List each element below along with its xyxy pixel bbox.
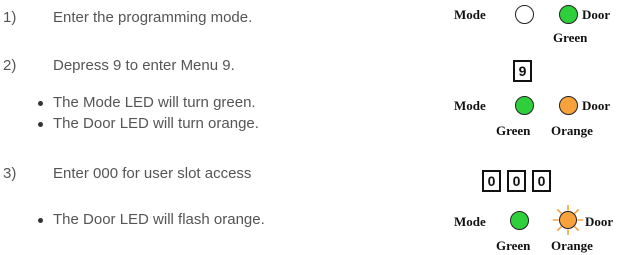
door-label: Door [585, 214, 614, 229]
step-3-text: Enter 000 for user slot access [53, 165, 252, 182]
key-0: 0 [482, 170, 501, 192]
mode-led-off [515, 5, 534, 24]
step-2-number: 2) [3, 57, 17, 74]
door-color-orange: Orange [551, 238, 593, 253]
bullet-door-led-flash: The Door LED will flash orange. [53, 211, 265, 228]
mode-color-green: Green [496, 238, 531, 253]
mode-led-green [510, 211, 529, 230]
bullet-dot [38, 122, 43, 127]
mode-color-green: Green [496, 123, 531, 138]
mode-label: Mode [454, 214, 486, 229]
bullet-dot [38, 101, 43, 106]
door-label: Door [582, 7, 611, 22]
step-3-number: 3) [3, 165, 17, 182]
mode-label: Mode [454, 7, 486, 22]
mode-led-green [515, 96, 534, 115]
step-1-number: 1) [3, 9, 17, 26]
door-color-orange: Orange [551, 123, 593, 138]
step-1-text: Enter the programming mode. [53, 9, 253, 26]
door-led-orange [559, 96, 578, 115]
door-color-green: Green [553, 30, 588, 45]
key-0: 0 [507, 170, 526, 192]
key-9: 9 [513, 60, 532, 82]
mode-label: Mode [454, 98, 486, 113]
bullet-mode-led-green: The Mode LED will turn green. [53, 94, 256, 111]
door-label: Door [582, 98, 611, 113]
bullet-dot [38, 218, 43, 223]
step-2-text: Depress 9 to enter Menu 9. [53, 57, 235, 74]
bullet-door-led-orange: The Door LED will turn orange. [53, 115, 259, 132]
key-0: 0 [532, 170, 551, 192]
door-led-flashing-orange-icon [552, 204, 584, 236]
door-led-green [559, 5, 578, 24]
